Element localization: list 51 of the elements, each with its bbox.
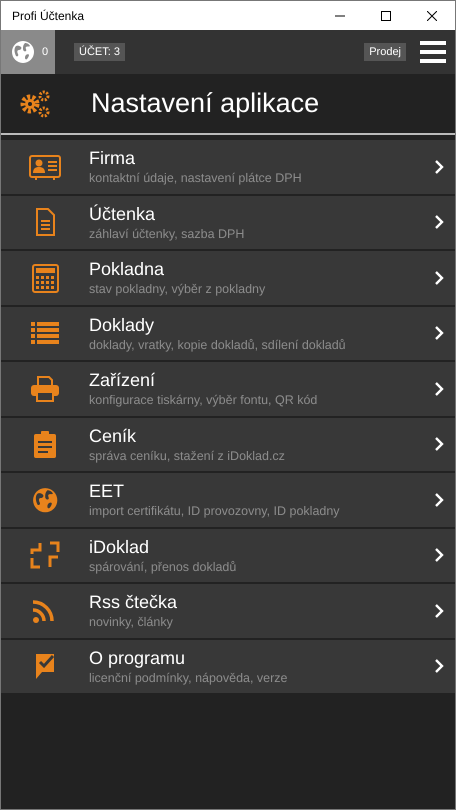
settings-item[interactable]: Zařízení konfigurace tiskárny, výběr fontu, QR kód — [1, 362, 455, 416]
item-subtitle: kontaktní údaje, nastavení plátce DPH — [89, 171, 303, 186]
chevron-right-icon — [434, 436, 444, 452]
item-subtitle: doklady, vratky, kopie dokladů, sdílení dokladů — [89, 338, 347, 352]
chevron-right-icon — [434, 158, 444, 175]
chevron-right-icon — [434, 214, 444, 230]
settings-item[interactable]: Firma kontaktní údaje, nastavení plátce DPH — [1, 140, 455, 194]
item-title: Rss čtečka — [89, 592, 178, 614]
item-subtitle: stav pokladny, výběr z pokladny — [89, 282, 266, 296]
menu-button[interactable] — [420, 41, 446, 63]
account-label: ÚČET: 3 — [74, 43, 125, 61]
item-subtitle: správa ceníku, stažení z iDoklad.cz — [89, 448, 286, 463]
chevron-right-icon — [434, 325, 444, 342]
settings-item[interactable]: Rss čtečka novinky, články — [1, 584, 455, 638]
item-subtitle: import certifikátu, ID provozovny, ID pokladny — [89, 504, 341, 518]
item-title: Ceník — [89, 426, 138, 447]
item-subtitle: spárování, přenos dokladů — [89, 560, 238, 574]
page-title: Nastavení aplikace — [91, 88, 320, 119]
item-title: Doklady — [89, 314, 156, 336]
item-title: Účtenka — [89, 204, 156, 225]
item-subtitle: konfigurace tiskárny, výběr fontu, QR kód — [89, 393, 318, 408]
settings-item[interactable]: EET import certifikátu, ID provozovny, ID pokladny — [1, 473, 455, 526]
settings-item[interactable]: Doklady doklady, vratky, kopie dokladů, sdílení dokladů — [1, 306, 455, 360]
item-subtitle: novinky, články — [89, 615, 174, 630]
item-subtitle: licenční podmínky, nápověda, verze — [89, 670, 288, 685]
item-title: EET — [89, 481, 126, 502]
window-title: Profi Účtenka — [11, 8, 86, 22]
corner-brackets-icon — [28, 540, 62, 570]
maximize-icon — [381, 10, 391, 20]
chevron-right-icon — [434, 492, 444, 508]
item-subtitle: záhlaví účtenky, sazba DPH — [89, 226, 246, 241]
item-title: O programu — [89, 648, 186, 669]
settings-item[interactable]: iDoklad spárování, přenos dokladů — [1, 528, 455, 582]
globe-icon — [11, 40, 35, 64]
settings-item[interactable]: Pokladna stav pokladny, výběr z pokladny — [1, 251, 455, 304]
chevron-right-icon — [434, 602, 444, 619]
settings-item[interactable]: O programu licenční podmínky, nápověda, verze — [1, 640, 455, 693]
chevron-right-icon — [434, 380, 444, 397]
chevron-right-icon — [434, 270, 444, 286]
item-title: Firma — [89, 148, 136, 170]
online-count: 0 — [42, 46, 48, 58]
item-title: Pokladna — [89, 259, 166, 280]
close-icon — [427, 10, 437, 20]
printer-icon — [28, 374, 62, 404]
settings-item[interactable]: Účtenka záhlaví účtenky, sazba DPH — [1, 196, 455, 249]
chevron-right-icon — [434, 658, 444, 674]
item-title: iDoklad — [89, 536, 150, 558]
settings-item[interactable]: Ceník správa ceníku, stažení z iDoklad.cz — [1, 418, 455, 471]
chevron-right-icon — [434, 547, 444, 564]
item-title: Zařízení — [89, 370, 156, 392]
sale-button[interactable]: Prodej — [364, 43, 406, 61]
